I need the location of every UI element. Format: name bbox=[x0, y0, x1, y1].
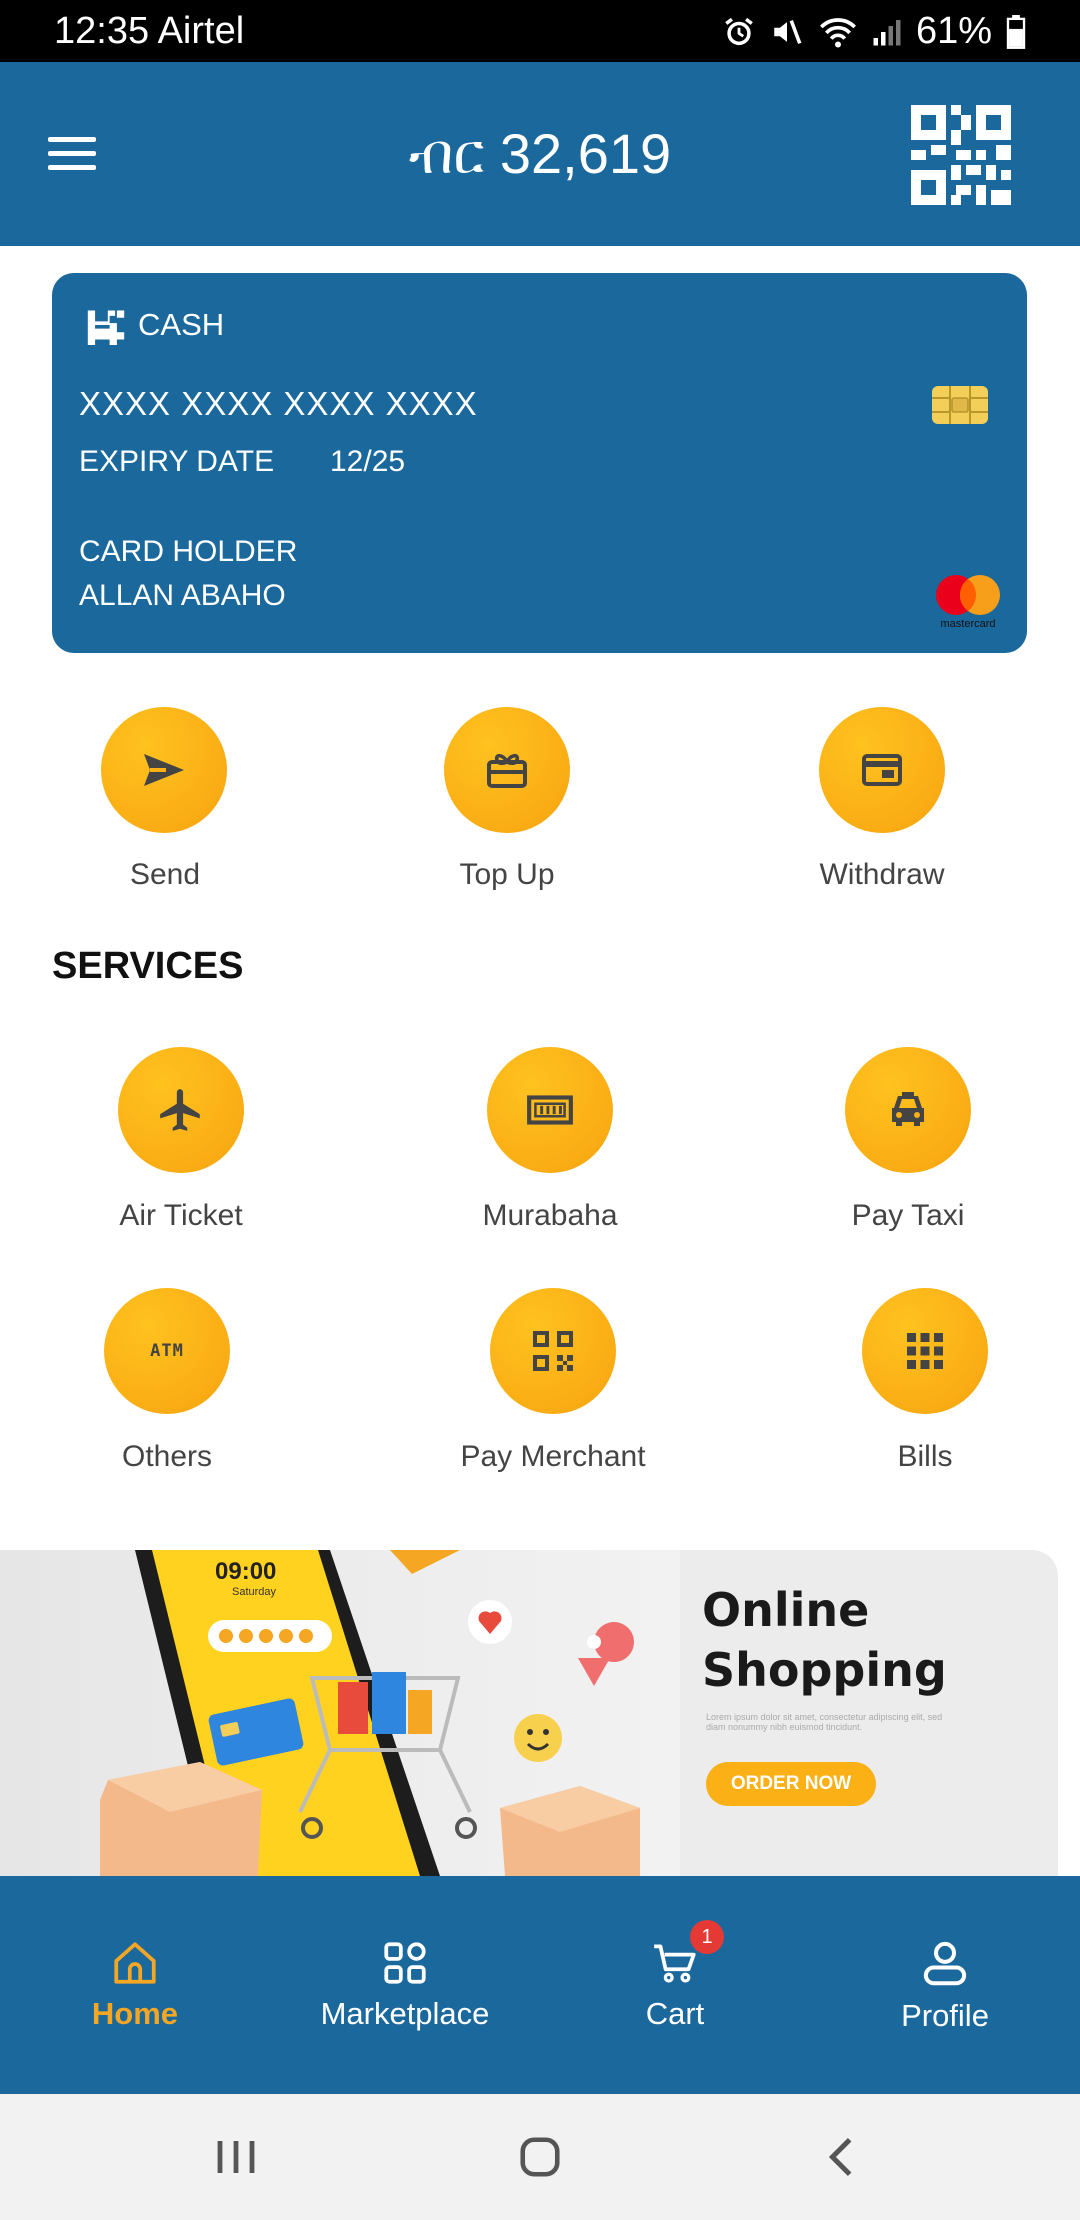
banner-title-line2: Shopping bbox=[702, 1643, 947, 1697]
service-pay-merchant-label: Pay Merchant bbox=[460, 1440, 646, 1473]
mastercard-text: mastercard bbox=[940, 618, 996, 630]
card-brand-label: CASH bbox=[138, 307, 225, 342]
atm-icon: ATM bbox=[150, 1341, 184, 1361]
card-brand: CASH bbox=[84, 305, 224, 345]
status-bar: 12:35 Airtel 61% bbox=[0, 0, 1080, 62]
battery-icon bbox=[1006, 14, 1026, 49]
nav-item-cart[interactable]: Cart 1 bbox=[540, 1876, 810, 2094]
service-others-label: Others bbox=[121, 1440, 213, 1473]
nav-item-marketplace[interactable]: Marketplace bbox=[270, 1876, 540, 2094]
service-others[interactable]: ATM bbox=[104, 1288, 230, 1414]
card-expiry-value: 12/25 bbox=[330, 445, 406, 478]
home-icon bbox=[114, 1942, 156, 1984]
send-label: Send bbox=[129, 858, 201, 891]
wallet-card-icon bbox=[862, 754, 902, 786]
card-holder-label: CARD HOLDER bbox=[79, 535, 298, 568]
service-air-ticket[interactable] bbox=[118, 1047, 244, 1173]
alarm-icon bbox=[725, 17, 753, 45]
status-icons: 61% bbox=[722, 10, 1026, 53]
service-murabaha-label: Murabaha bbox=[482, 1199, 618, 1232]
chip-icon bbox=[932, 386, 988, 424]
status-time: 12:35 bbox=[54, 10, 150, 52]
cash-note-icon bbox=[527, 1095, 573, 1125]
qr-scan-button[interactable] bbox=[906, 100, 1016, 210]
promo-banner[interactable]: 09:00 Saturday Online Shopping Lorem ips… bbox=[0, 1550, 1058, 1876]
send-button[interactable] bbox=[101, 707, 227, 833]
banner-title-line1: Online bbox=[702, 1583, 870, 1637]
withdraw-label: Withdraw bbox=[819, 858, 945, 891]
services-title: SERVICES bbox=[52, 945, 244, 987]
banner-phone-time: 09:00 bbox=[215, 1558, 277, 1585]
recent-apps-icon bbox=[217, 2141, 255, 2173]
user-icon bbox=[923, 1941, 967, 1986]
card-expiry-label: EXPIRY DATE bbox=[79, 445, 275, 478]
send-icon bbox=[144, 754, 184, 786]
payment-card[interactable]: CASH XXXX XXXX XXXX XXXX EXPIRY DATE 12/… bbox=[52, 273, 1027, 653]
order-now-button[interactable]: ORDER NOW bbox=[706, 1762, 876, 1806]
mastercard-logo: mastercard bbox=[932, 573, 1004, 631]
recent-apps-button[interactable] bbox=[196, 2124, 276, 2190]
service-pay-merchant[interactable] bbox=[490, 1288, 616, 1414]
nav-label-marketplace: Marketplace bbox=[320, 1996, 490, 2031]
mute-icon bbox=[774, 19, 802, 44]
status-time-carrier: 12:35 Airtel bbox=[54, 10, 244, 53]
system-nav-bar bbox=[0, 2094, 1080, 2220]
home-system-button[interactable] bbox=[500, 2124, 580, 2190]
nav-label-profile: Profile bbox=[901, 1998, 989, 2033]
gift-card-icon bbox=[487, 753, 527, 788]
apps-icon bbox=[384, 1942, 426, 1984]
service-murabaha[interactable] bbox=[487, 1047, 613, 1173]
home-square-icon bbox=[520, 2137, 560, 2177]
bottom-nav: Home Marketplace Cart 1 Profile bbox=[0, 1876, 1080, 2094]
banner-phone-day: Saturday bbox=[232, 1586, 277, 1598]
battery-percent: 61% bbox=[915, 10, 992, 52]
service-bills-label: Bills bbox=[897, 1440, 953, 1473]
cart-badge: 1 bbox=[690, 1920, 724, 1954]
nav-label-home: Home bbox=[91, 1996, 179, 2031]
banner-subtitle: Lorem ipsum dolor sit amet, consectetur … bbox=[706, 1712, 943, 1732]
airplane-icon bbox=[160, 1089, 200, 1131]
wifi-icon bbox=[819, 17, 856, 47]
top-up-label: Top Up bbox=[459, 858, 555, 891]
service-bills[interactable] bbox=[862, 1288, 988, 1414]
back-chevron-icon bbox=[828, 2137, 852, 2177]
signal-icon bbox=[873, 19, 901, 45]
taxi-icon bbox=[892, 1092, 924, 1126]
qr-code-icon bbox=[533, 1331, 573, 1371]
shopping-illustration bbox=[0, 1550, 680, 1876]
card-holder-name: ALLAN ABAHO bbox=[79, 579, 286, 612]
nav-label-cart: Cart bbox=[645, 1996, 705, 2031]
qr-code-icon bbox=[906, 100, 1016, 210]
mastercard-circles-icon bbox=[936, 575, 1000, 615]
grid-icon bbox=[907, 1333, 943, 1369]
top-up-button[interactable] bbox=[444, 707, 570, 833]
service-pay-taxi-label: Pay Taxi bbox=[851, 1199, 965, 1232]
nav-item-profile[interactable]: Profile bbox=[810, 1876, 1080, 2094]
card-number: XXXX XXXX XXXX XXXX bbox=[79, 385, 478, 422]
nav-item-home[interactable]: Home bbox=[0, 1876, 270, 2094]
banner-title: Online Shopping bbox=[702, 1580, 947, 1700]
service-pay-taxi[interactable] bbox=[845, 1047, 971, 1173]
back-button[interactable] bbox=[802, 2124, 882, 2190]
cash-logo-icon bbox=[87, 310, 125, 345]
status-carrier: Airtel bbox=[157, 10, 245, 52]
withdraw-button[interactable] bbox=[819, 707, 945, 833]
service-air-ticket-label: Air Ticket bbox=[119, 1199, 243, 1232]
